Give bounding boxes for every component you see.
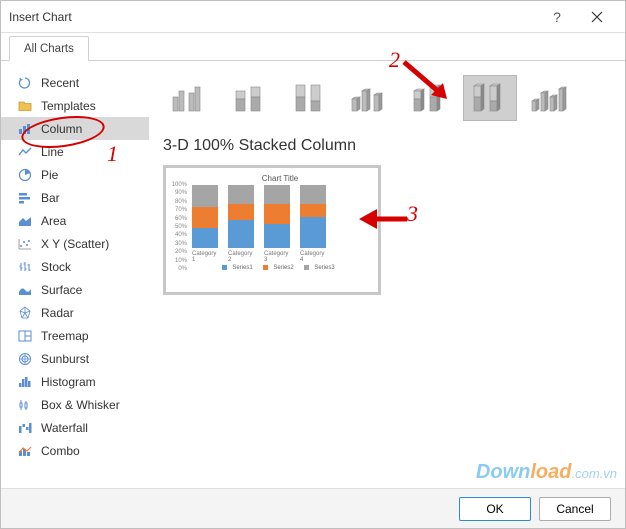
- sidebar-item-recent[interactable]: Recent: [1, 71, 149, 94]
- 100-stacked-column-icon: [290, 81, 330, 115]
- histogram-icon: [15, 374, 35, 390]
- window-title: Insert Chart: [9, 10, 537, 24]
- chart-preview[interactable]: Chart Title 100% 90% 80% 70% 60% 50% 40%…: [163, 165, 381, 295]
- treemap-icon: [15, 328, 35, 344]
- recent-icon: [15, 75, 35, 91]
- sidebar-item-label: Stock: [41, 260, 71, 274]
- sunburst-icon: [15, 351, 35, 367]
- sidebar-item-label: Area: [41, 214, 66, 228]
- 3d-stacked-column-icon: [408, 81, 452, 115]
- radar-icon: [15, 305, 35, 321]
- titlebar: Insert Chart ?: [1, 1, 625, 33]
- subtype-3d-stacked-column[interactable]: [403, 75, 457, 121]
- bar-category-4: Category 4: [300, 185, 326, 263]
- ok-button[interactable]: OK: [459, 497, 531, 521]
- sidebar-item-label: Recent: [41, 76, 79, 90]
- sidebar-item-label: Histogram: [41, 375, 96, 389]
- bar-category-1: Category 1: [192, 185, 218, 263]
- subtype-3d-clustered-column[interactable]: [343, 75, 397, 121]
- sidebar-item-histogram[interactable]: Histogram: [1, 370, 149, 393]
- 3d-100-stacked-column-icon: [468, 81, 512, 115]
- sidebar-item-bar[interactable]: Bar: [1, 186, 149, 209]
- help-button[interactable]: ?: [537, 1, 577, 32]
- sidebar-item-pie[interactable]: Pie: [1, 163, 149, 186]
- sidebar-item-label: Combo: [41, 444, 80, 458]
- subtype-clustered-column[interactable]: [163, 75, 217, 121]
- sidebar-item-scatter[interactable]: X Y (Scatter): [1, 232, 149, 255]
- 3d-clustered-column-icon: [348, 81, 392, 115]
- area-icon: [15, 213, 35, 229]
- sidebar-item-label: Templates: [41, 99, 96, 113]
- column-icon: [15, 121, 35, 137]
- stock-icon: [15, 259, 35, 275]
- chart-subtype-title: 3-D 100% Stacked Column: [163, 137, 607, 155]
- insert-chart-dialog: Insert Chart ? All Charts Recent Templat…: [0, 0, 626, 529]
- sidebar-item-combo[interactable]: Combo: [1, 439, 149, 462]
- sidebar-item-templates[interactable]: Templates: [1, 94, 149, 117]
- sidebar-item-line[interactable]: Line: [1, 140, 149, 163]
- close-icon: [591, 11, 603, 23]
- subtype-100-stacked-column[interactable]: [283, 75, 337, 121]
- chart-type-sidebar: Recent Templates Column Line Pie Bar: [1, 61, 149, 488]
- sidebar-item-treemap[interactable]: Treemap: [1, 324, 149, 347]
- sidebar-item-waterfall[interactable]: Waterfall: [1, 416, 149, 439]
- bar-category-3: Category 3: [264, 185, 290, 263]
- sidebar-item-label: Treemap: [41, 329, 89, 343]
- clustered-column-icon: [170, 81, 210, 115]
- chart-bars: Category 1 Category 2 Category 3 Categor…: [188, 185, 372, 263]
- scatter-icon: [15, 236, 35, 252]
- close-button[interactable]: [577, 1, 617, 32]
- folder-icon: [15, 98, 35, 114]
- sidebar-item-label: Surface: [41, 283, 82, 297]
- subtype-row: [163, 75, 607, 121]
- tab-bar: All Charts: [1, 33, 625, 61]
- sidebar-item-radar[interactable]: Radar: [1, 301, 149, 324]
- dialog-footer: OK Cancel: [1, 488, 625, 528]
- bar-icon: [15, 190, 35, 206]
- boxwhisker-icon: [15, 397, 35, 413]
- subtype-3d-column[interactable]: [523, 75, 577, 121]
- y-axis: 100% 90% 80% 70% 60% 50% 40% 30% 20% 10%…: [169, 182, 187, 272]
- line-icon: [15, 144, 35, 160]
- sidebar-item-sunburst[interactable]: Sunburst: [1, 347, 149, 370]
- subtype-stacked-column[interactable]: [223, 75, 277, 121]
- sidebar-item-label: Box & Whisker: [41, 398, 120, 412]
- stacked-column-icon: [230, 81, 270, 115]
- cancel-button[interactable]: Cancel: [539, 497, 611, 521]
- sidebar-item-label: X Y (Scatter): [41, 237, 109, 251]
- sidebar-item-label: Waterfall: [41, 421, 88, 435]
- sidebar-item-surface[interactable]: Surface: [1, 278, 149, 301]
- bar-category-2: Category 2: [228, 185, 254, 263]
- surface-icon: [15, 282, 35, 298]
- sidebar-item-area[interactable]: Area: [1, 209, 149, 232]
- tab-all-charts[interactable]: All Charts: [9, 36, 89, 61]
- sidebar-item-label: Pie: [41, 168, 58, 182]
- sidebar-item-boxwhisker[interactable]: Box & Whisker: [1, 393, 149, 416]
- subtype-3d-100-stacked-column[interactable]: [463, 75, 517, 121]
- sidebar-item-column[interactable]: Column: [1, 117, 149, 140]
- sidebar-item-label: Line: [41, 145, 64, 159]
- 3d-column-icon: [528, 81, 572, 115]
- sidebar-item-label: Radar: [41, 306, 74, 320]
- sidebar-item-label: Column: [41, 122, 82, 136]
- waterfall-icon: [15, 420, 35, 436]
- chart-title: Chart Title: [188, 174, 372, 183]
- sidebar-item-label: Sunburst: [41, 352, 89, 366]
- sidebar-item-label: Bar: [41, 191, 60, 205]
- chart-legend: Series1 Series2 Series3: [188, 265, 372, 271]
- combo-icon: [15, 443, 35, 459]
- sidebar-item-stock[interactable]: Stock: [1, 255, 149, 278]
- pie-icon: [15, 167, 35, 183]
- main-pane: 3-D 100% Stacked Column Chart Title 100%…: [149, 61, 625, 488]
